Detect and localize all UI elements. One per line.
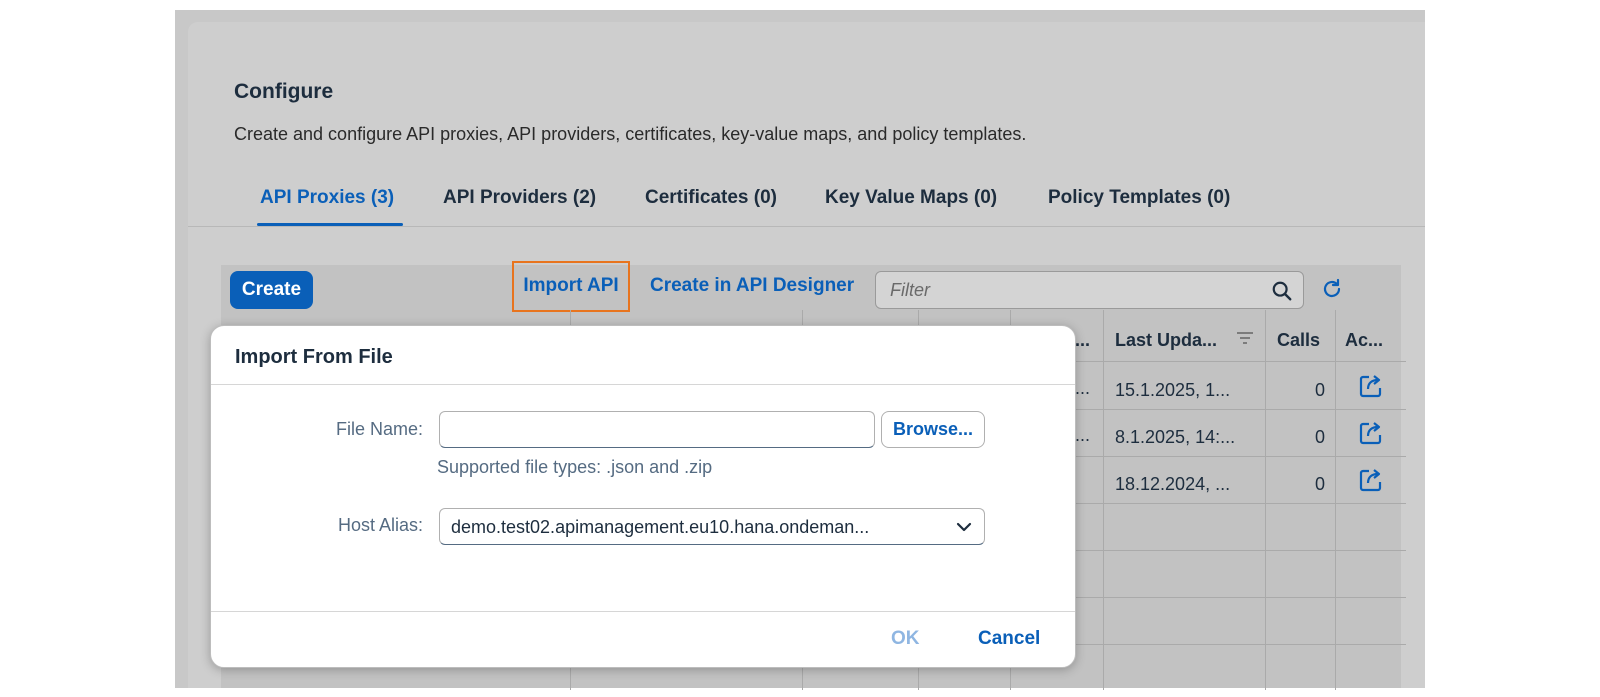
share-icon[interactable]: [1358, 467, 1384, 493]
table-cell: 18.12.2024, ...: [1115, 474, 1231, 494]
file-name-input[interactable]: [439, 411, 875, 448]
column-header-last-updated[interactable]: Last Upda...: [1115, 330, 1217, 351]
sort-icon[interactable]: [1236, 330, 1254, 346]
share-icon[interactable]: [1358, 373, 1384, 399]
dialog-header-divider: [211, 384, 1075, 385]
table-cell: 0: [1314, 380, 1325, 400]
refresh-icon[interactable]: [1320, 277, 1344, 301]
host-alias-value: demo.test02.apimanagement.eu10.hana.onde…: [451, 517, 870, 537]
cancel-button[interactable]: Cancel: [978, 628, 1040, 650]
import-api-button[interactable]: Import API: [512, 261, 630, 312]
table-cell: ...: [1075, 378, 1091, 398]
browse-button[interactable]: Browse...: [881, 411, 985, 448]
filter-input[interactable]: [890, 280, 1250, 301]
column-header-truncated[interactable]: ...: [1075, 330, 1090, 351]
column-header-calls[interactable]: Calls: [1277, 330, 1320, 351]
filter-field: [875, 271, 1304, 309]
table-cell: 15.1.2025, 1...: [1115, 380, 1231, 400]
table-cell: 0: [1314, 427, 1325, 447]
dialog-title: Import From File: [235, 346, 393, 368]
tab-api-proxies[interactable]: API Proxies (3): [260, 187, 394, 209]
supported-file-types-hint: Supported file types: .json and .zip: [437, 457, 713, 477]
column-divider: [1265, 310, 1266, 690]
chevron-down-icon[interactable]: [956, 519, 972, 535]
table-cell: 0: [1314, 474, 1325, 494]
tab-policy-templates[interactable]: Policy Templates (0): [1048, 187, 1230, 209]
create-in-api-designer-button[interactable]: Create in API Designer: [650, 275, 854, 297]
active-tab-indicator: [257, 223, 403, 226]
share-icon[interactable]: [1358, 420, 1384, 446]
import-from-file-dialog: Import From File File Name: Browse... Su…: [210, 325, 1076, 668]
page-title: Configure: [234, 80, 334, 103]
table-cell: ...: [1075, 425, 1091, 445]
column-header-actions[interactable]: Ac...: [1345, 330, 1383, 351]
ok-button[interactable]: OK: [891, 628, 920, 650]
host-alias-select[interactable]: demo.test02.apimanagement.eu10.hana.onde…: [439, 508, 985, 545]
create-button[interactable]: Create: [230, 271, 313, 309]
tab-bar: API Proxies (3) API Providers (2) Certif…: [188, 172, 1425, 227]
search-icon[interactable]: [1271, 280, 1293, 302]
dialog-footer-divider: [211, 611, 1075, 612]
column-divider: [1103, 310, 1104, 690]
tab-api-providers[interactable]: API Providers (2): [443, 187, 596, 209]
column-divider: [1335, 310, 1336, 690]
file-name-label: File Name:: [335, 419, 423, 439]
table-cell: 8.1.2025, 14:...: [1115, 427, 1236, 447]
tab-key-value-maps[interactable]: Key Value Maps (0): [825, 187, 997, 209]
tab-certificates[interactable]: Certificates (0): [645, 187, 777, 209]
host-alias-label: Host Alias:: [337, 515, 423, 535]
page-description: Create and configure API proxies, API pr…: [234, 124, 1027, 144]
